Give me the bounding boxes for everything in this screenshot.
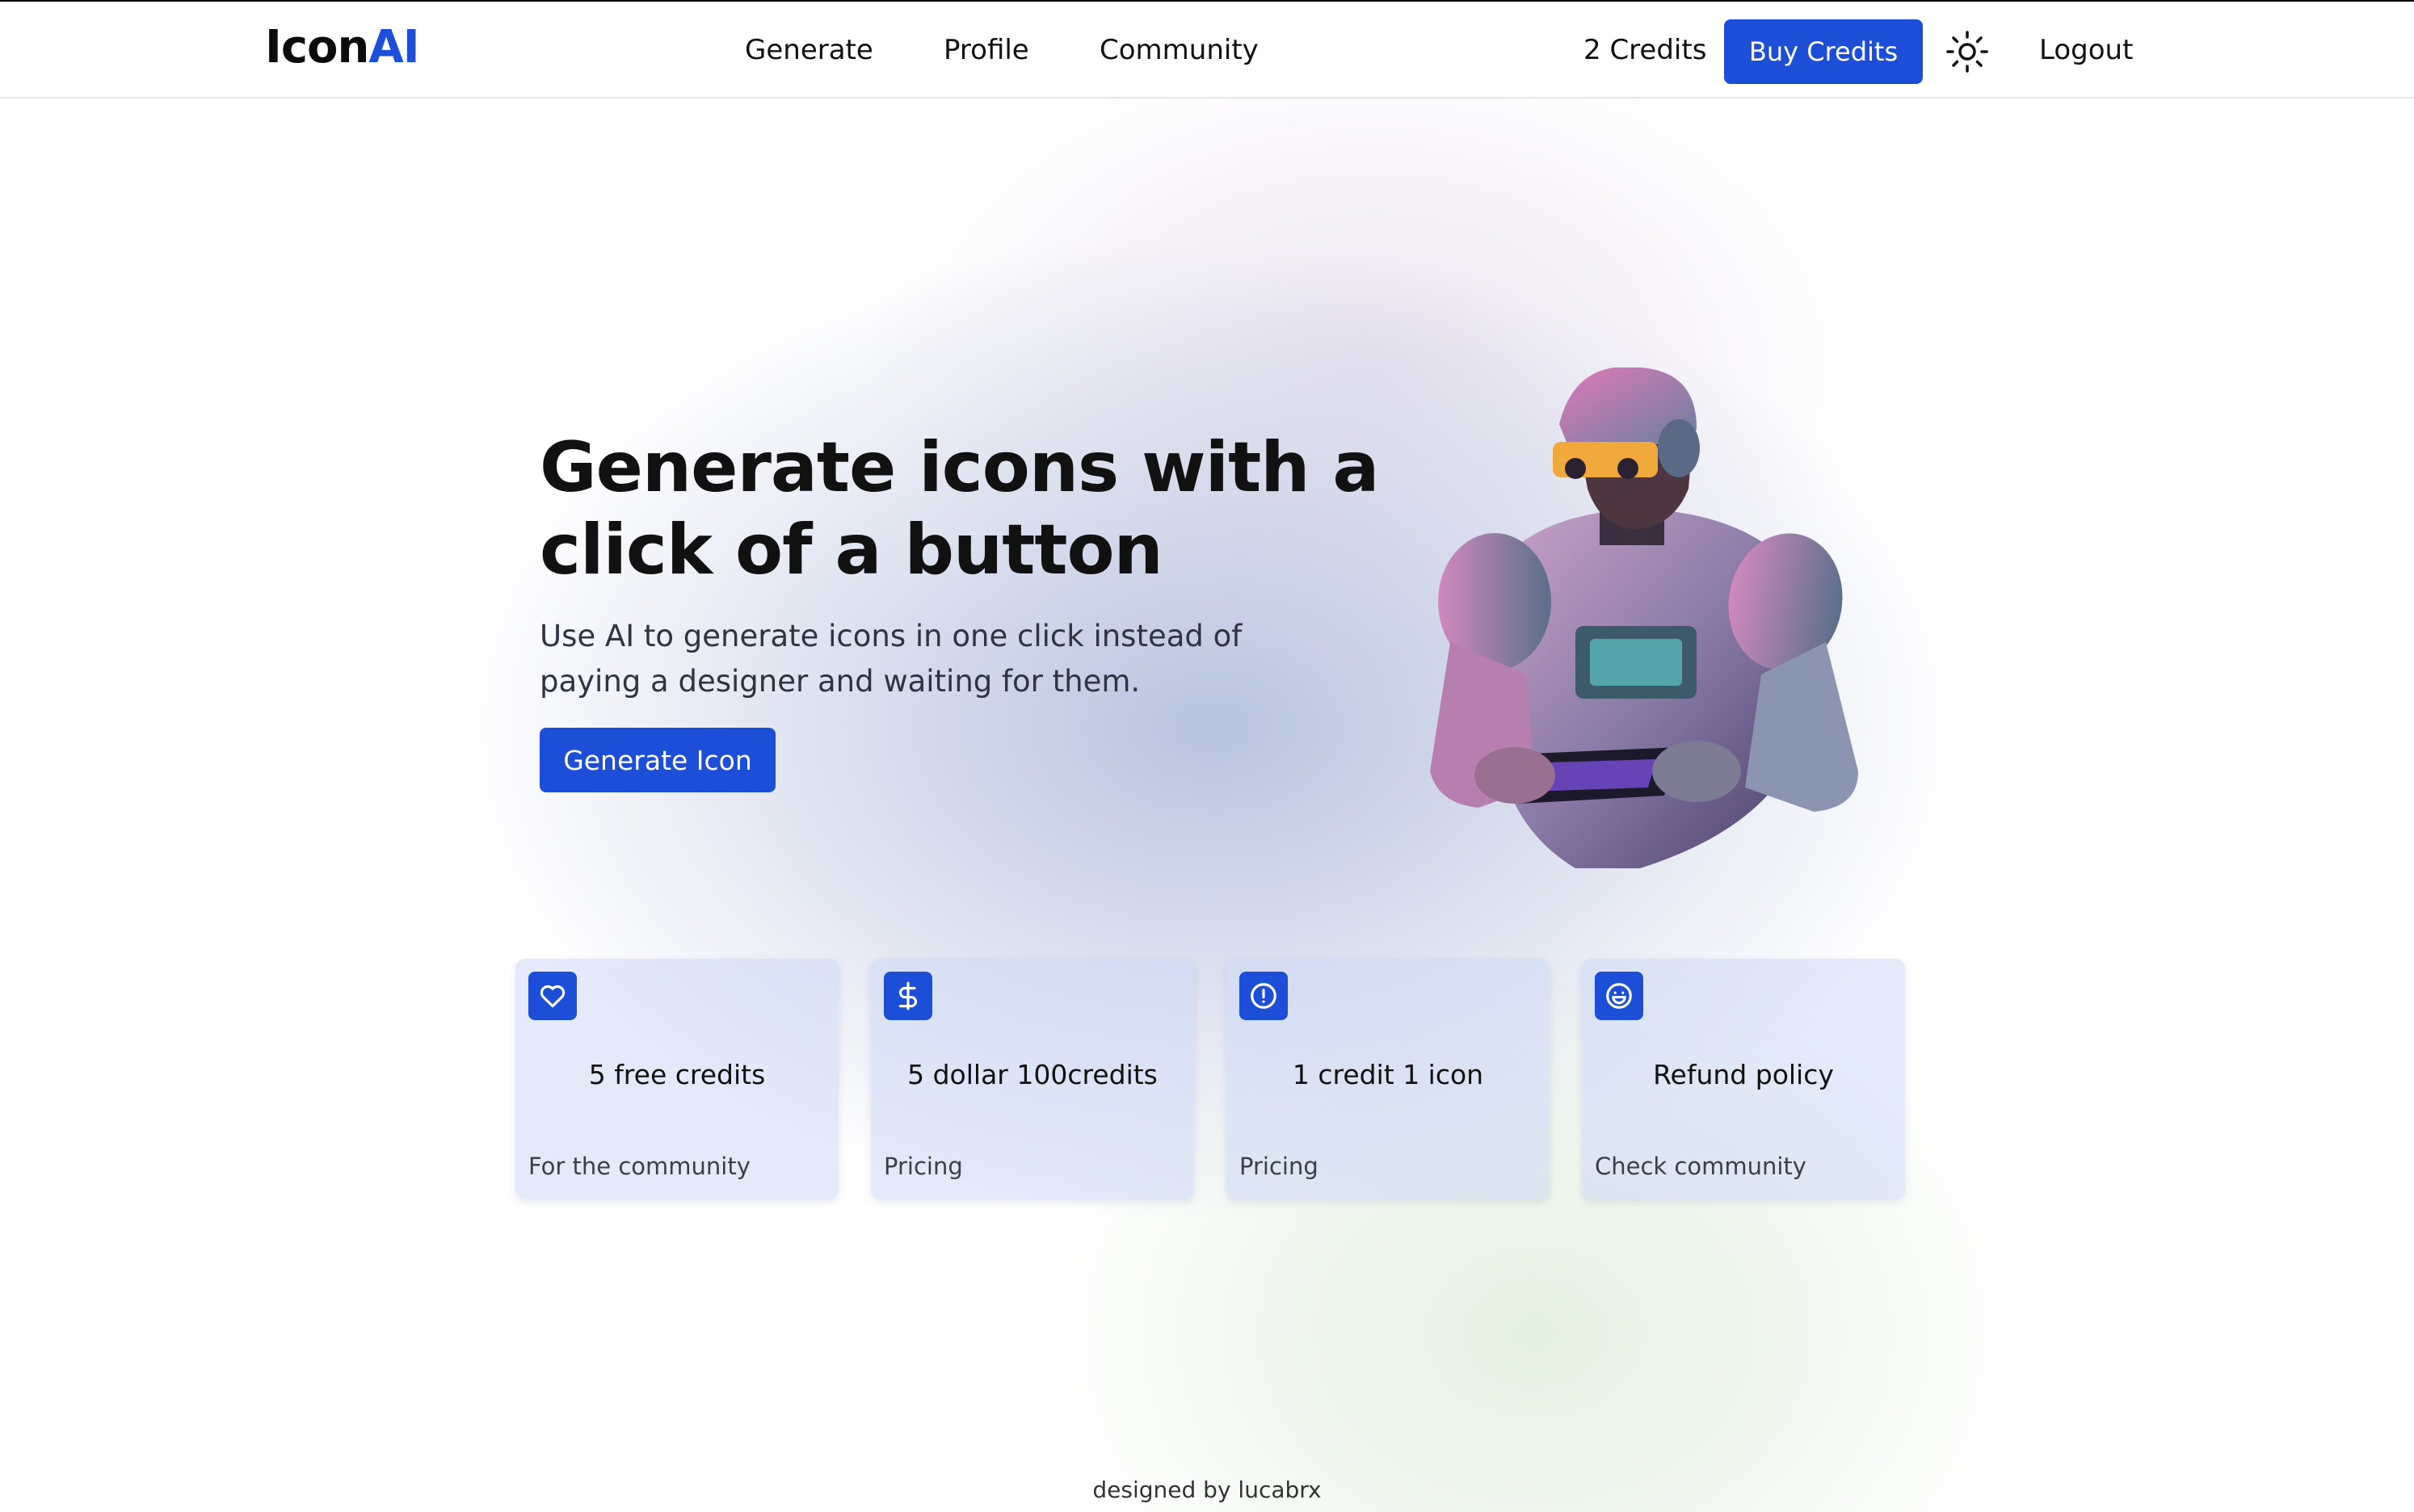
card-title: 5 free credits xyxy=(588,1059,766,1090)
logout-link[interactable]: Logout xyxy=(2039,34,2133,66)
nav-profile[interactable]: Profile xyxy=(944,34,1029,66)
card-footer: Pricing xyxy=(884,1153,963,1180)
top-navbar: IconAI Generate Profile Community 2 Cred… xyxy=(0,0,2414,99)
hero-title: Generate icons with a click of a button xyxy=(540,427,1379,590)
heart-icon xyxy=(528,972,577,1020)
feature-card-credit-per-icon[interactable]: 1 credit 1 icon Pricing xyxy=(1226,959,1550,1199)
feature-card-pricing[interactable]: 5 dollar 100credits Pricing xyxy=(871,959,1194,1199)
feature-card-refund-policy[interactable]: Refund policy Check community xyxy=(1582,959,1905,1199)
footer-credit: designed by lucabrx xyxy=(1092,1476,1322,1503)
credits-count: 2 Credits xyxy=(1583,34,1707,66)
nav-generate[interactable]: Generate xyxy=(745,34,873,66)
card-footer: Pricing xyxy=(1239,1153,1318,1180)
logo[interactable]: IconAI xyxy=(265,21,420,74)
card-title: 5 dollar 100credits xyxy=(907,1059,1158,1090)
nav-community[interactable]: Community xyxy=(1100,34,1259,66)
robot-illustration xyxy=(1373,366,1899,868)
generate-icon-button[interactable]: Generate Icon xyxy=(540,728,776,792)
alert-circle-icon xyxy=(1239,972,1288,1020)
card-title: Refund policy xyxy=(1653,1059,1834,1090)
card-footer: Check community xyxy=(1595,1153,1806,1180)
hero-subtitle: Use AI to generate icons in one click in… xyxy=(540,619,1243,699)
card-title: 1 credit 1 icon xyxy=(1292,1059,1484,1090)
dollar-icon xyxy=(884,972,932,1020)
smile-icon xyxy=(1595,972,1643,1020)
buy-credits-button[interactable]: Buy Credits xyxy=(1724,19,1923,84)
logo-text: Icon xyxy=(265,21,369,74)
card-footer: For the community xyxy=(528,1153,751,1180)
feature-card-free-credits[interactable]: 5 free credits For the community xyxy=(515,959,839,1199)
theme-toggle-button[interactable] xyxy=(1945,30,1989,74)
sun-icon xyxy=(1946,31,1988,73)
logo-accent: AI xyxy=(368,21,419,74)
